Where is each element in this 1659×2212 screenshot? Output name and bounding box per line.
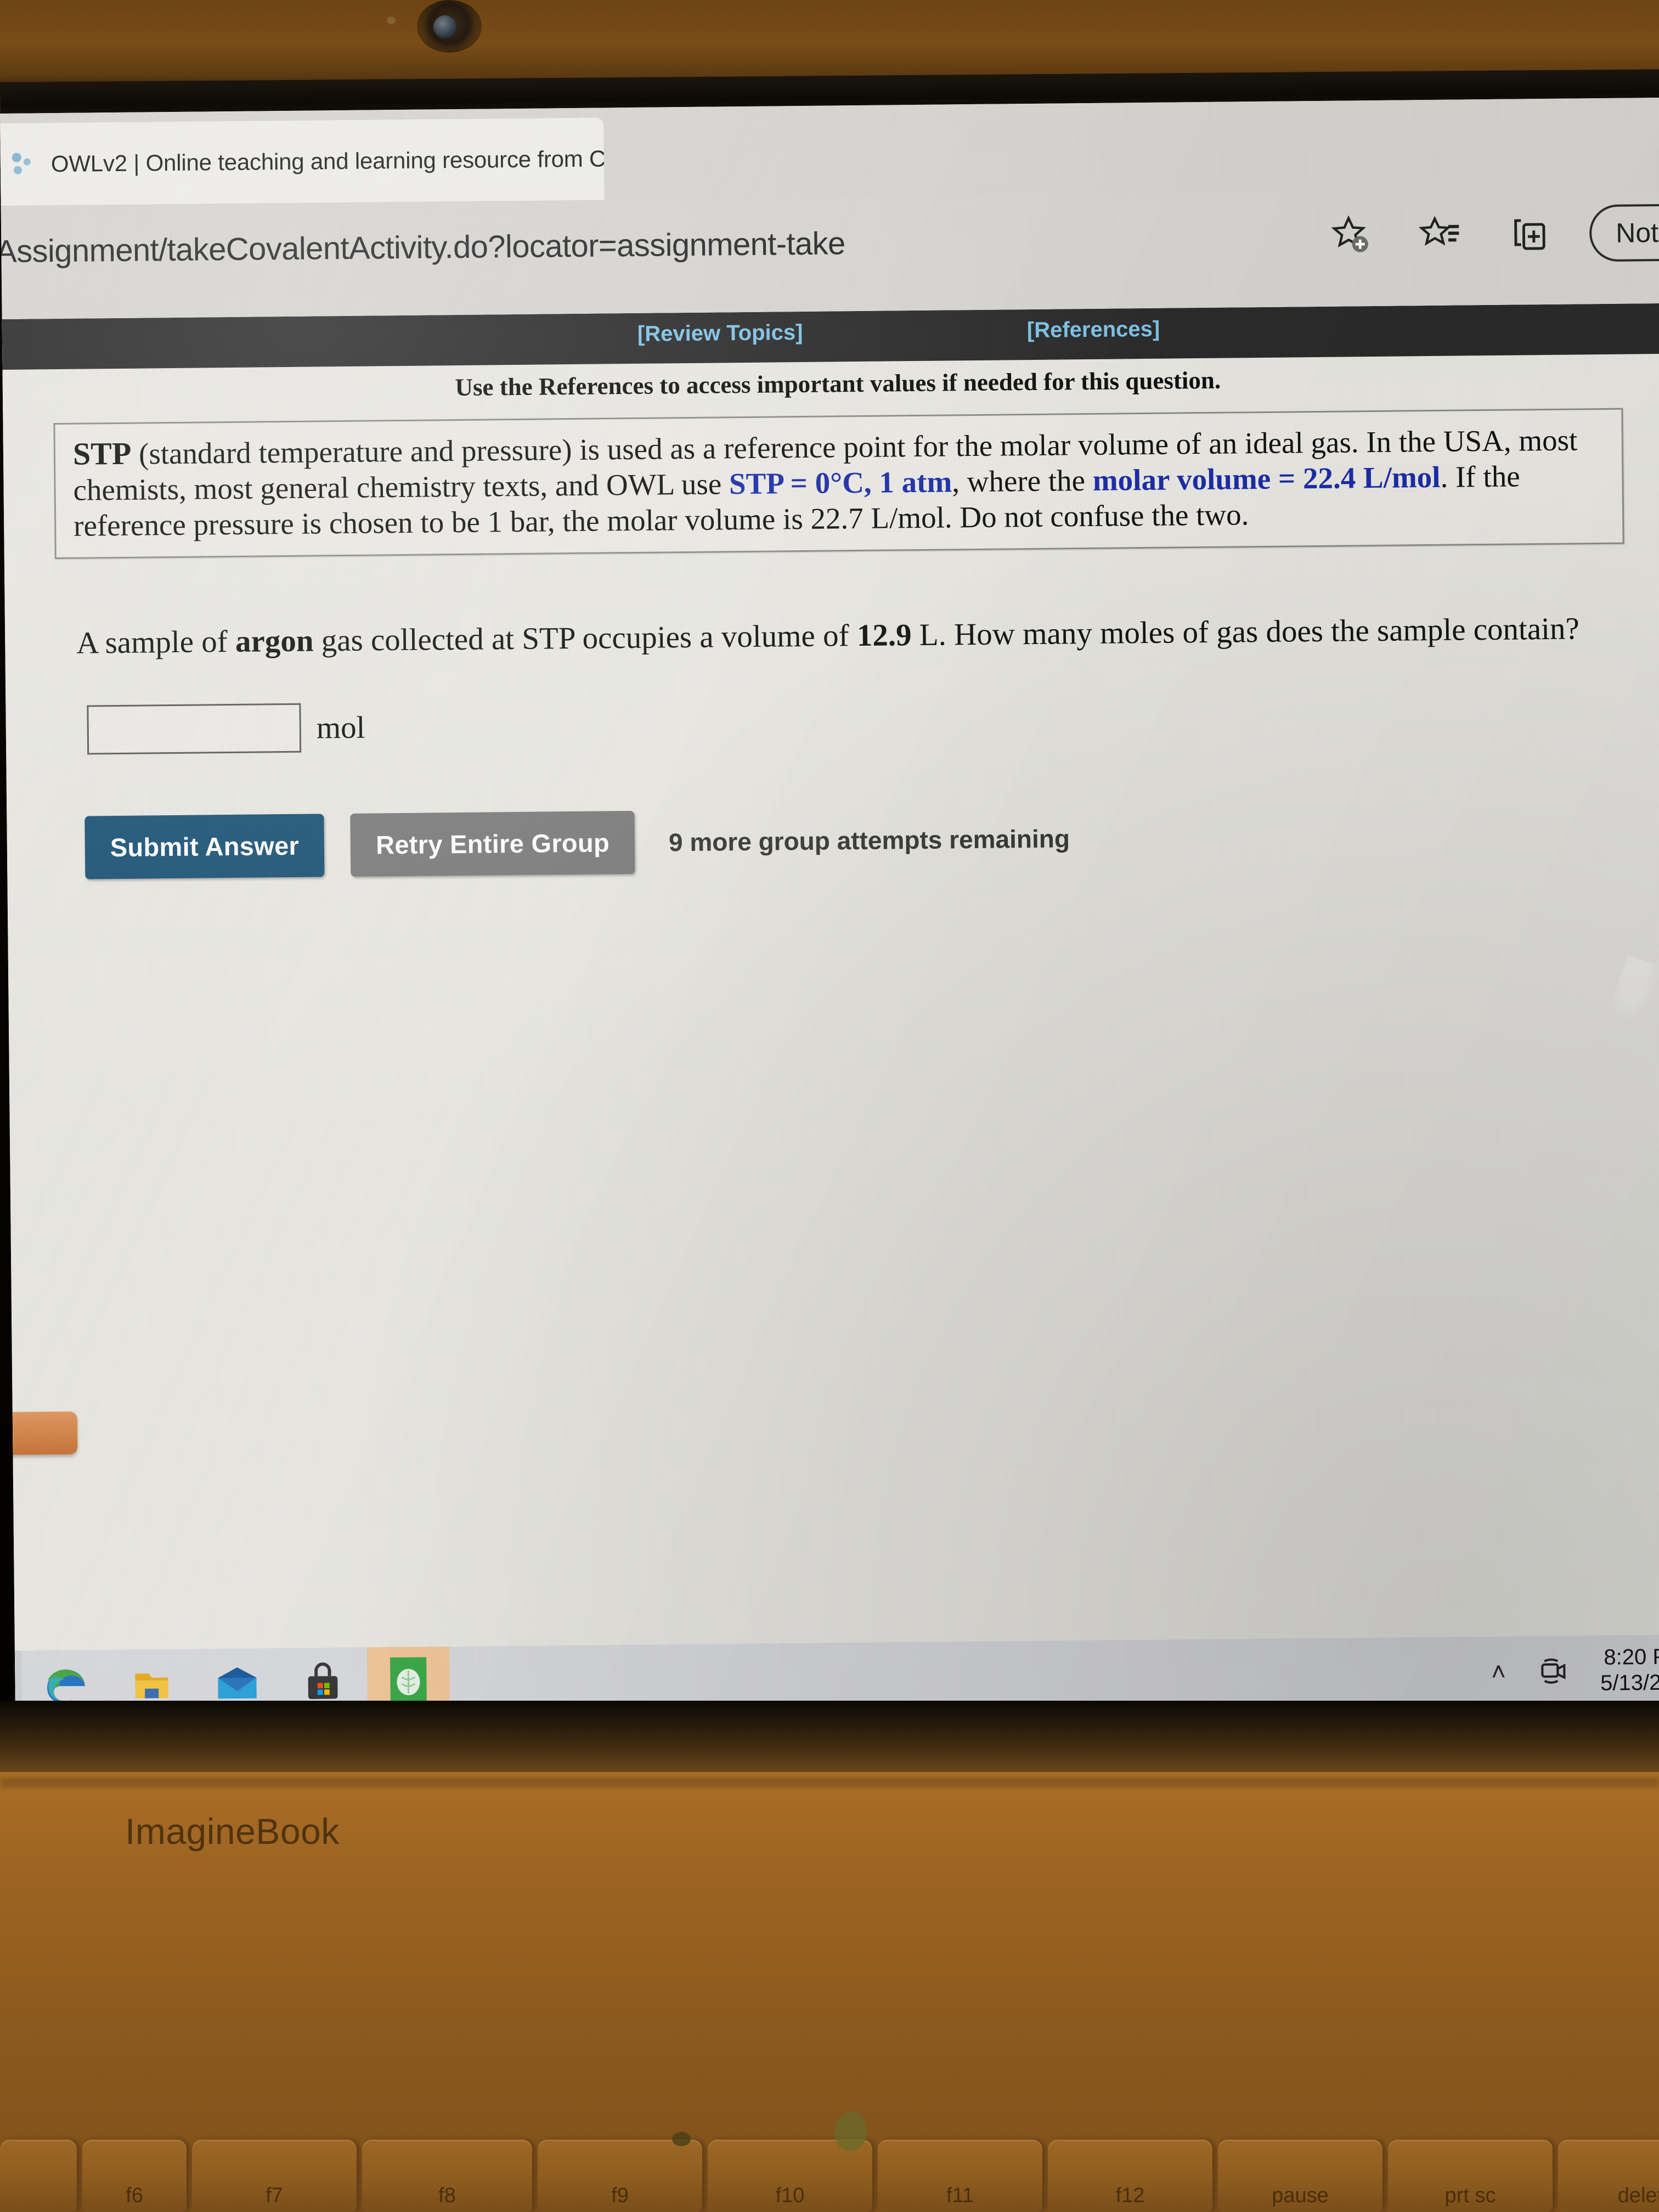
browser-address-bar[interactable]: eAssignment/takeCovalentActivity.do?loca… <box>0 190 1659 319</box>
taskbar-system-tray: ˄ 8:20 PI 5/13/20 <box>1491 1644 1659 1697</box>
stp-info-box: STP (standard temperature and pressure) … <box>53 408 1624 560</box>
question-mid: gas collected at STP occupies a volume o… <box>313 618 857 658</box>
key-delete[interactable]: delet <box>1558 2140 1659 2212</box>
add-to-collection-icon[interactable] <box>1500 205 1558 263</box>
stp-info-text: STP (standard temperature and pressure) … <box>73 421 1609 544</box>
stp-highlight-1: STP = 0°C, 1 atm <box>729 465 952 501</box>
show-hidden-icons-chevron-icon[interactable]: ˄ <box>1491 1657 1506 1686</box>
answer-row: mol <box>87 690 1659 755</box>
laptop-brand-label: ImagineBook <box>125 1811 340 1852</box>
stp-line-b: , where the <box>951 464 1093 499</box>
attempts-remaining-label: 9 more group attempts remaining <box>668 824 1070 857</box>
screen-smudge <box>1607 955 1659 1030</box>
stp-lead: STP <box>72 435 132 472</box>
taskbar-clock[interactable]: 8:20 PI 5/13/20 <box>1600 1644 1659 1697</box>
review-topics-link[interactable]: [Review Topics] <box>637 320 803 347</box>
add-favorite-icon[interactable] <box>1323 207 1380 264</box>
offscreen-orange-button[interactable] <box>2 1411 78 1455</box>
file-explorer-icon <box>135 1673 168 1699</box>
retry-entire-group-button[interactable]: Retry Entire Group <box>350 811 635 877</box>
submit-answer-button[interactable]: Submit Answer <box>84 814 325 880</box>
dust-speck <box>387 16 396 24</box>
profile-not-synced-button[interactable]: Not sy <box>1589 203 1659 262</box>
key-prt-sc[interactable]: prt sc <box>1388 2140 1553 2212</box>
browser-toolbar: Not sy <box>1323 203 1659 264</box>
question-post: L. How many moles of gas does the sample… <box>911 611 1580 653</box>
photo-scene: OWLv2 | Online teaching and learning res… <box>0 0 1659 2212</box>
favorites-list-icon[interactable] <box>1412 206 1469 263</box>
address-bar-url[interactable]: eAssignment/takeCovalentActivity.do?loca… <box>0 225 845 270</box>
answer-unit-label: mol <box>316 710 365 746</box>
browser-tab-strip: OWLv2 | Online teaching and learning res… <box>0 97 1659 207</box>
action-button-row: Submit Answer Retry Entire Group 9 more … <box>84 801 1659 880</box>
taskbar-time: 8:20 PI <box>1604 1644 1659 1669</box>
camera-tray-icon[interactable] <box>1536 1652 1571 1690</box>
owl-page-content: [Review Topics] [References] Use the Ref… <box>2 303 1659 1721</box>
key-f8[interactable]: f8 <box>362 2140 532 2212</box>
answer-input[interactable] <box>87 703 302 755</box>
question-gas: argon <box>235 623 314 659</box>
key-f6[interactable]: f6 <box>82 2140 187 2212</box>
key-blank-left[interactable] <box>0 2140 77 2212</box>
key-pause[interactable]: pause <box>1218 2140 1383 2212</box>
tab-title: OWLv2 | Online teaching and learning res… <box>50 145 605 177</box>
question-volume: 12.9 <box>856 618 912 653</box>
webcam-lens-icon <box>433 15 456 38</box>
question-text: A sample of argon gas collected at STP o… <box>76 609 1626 663</box>
browser-tab[interactable]: OWLv2 | Online teaching and learning res… <box>0 117 605 206</box>
key-f12[interactable]: f12 <box>1048 2140 1212 2212</box>
debris-crumb <box>672 2132 691 2146</box>
key-f11[interactable]: f11 <box>878 2140 1042 2212</box>
key-f9[interactable]: f9 <box>538 2140 702 2212</box>
laptop-hinge <box>0 1778 1659 1787</box>
owl-favicon-icon <box>12 151 37 177</box>
question-pre: A sample of <box>76 624 236 661</box>
laptop-screen: OWLv2 | Online teaching and learning res… <box>0 97 1659 1721</box>
keyboard-function-row: f6 f7 f8 f9 f10 f11 f12 pause prt sc del… <box>0 2109 1659 2212</box>
microsoft-store-icon <box>308 1662 338 1699</box>
stp-highlight-2: molar volume = 22.4 L/mol <box>1092 460 1441 498</box>
key-f7[interactable]: f7 <box>192 2140 357 2212</box>
references-link[interactable]: [References] <box>1027 317 1160 343</box>
taskbar-date: 5/13/20 <box>1600 1670 1659 1696</box>
